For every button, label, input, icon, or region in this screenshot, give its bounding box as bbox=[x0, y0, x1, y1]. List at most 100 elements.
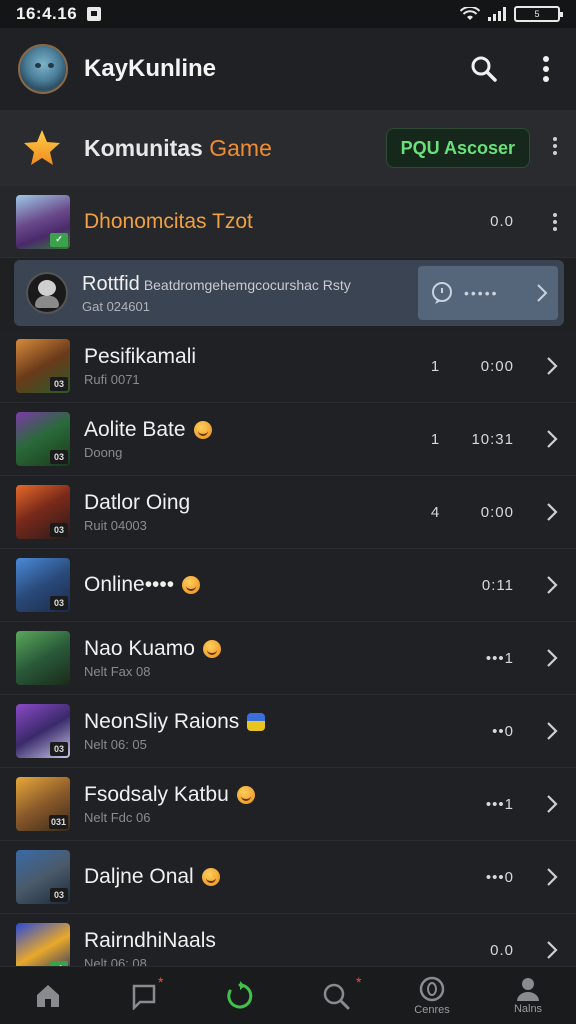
list-item-open-button[interactable] bbox=[528, 940, 558, 960]
game-thumbnail: 03 bbox=[16, 412, 70, 466]
list-item-time: ••0 bbox=[492, 722, 514, 740]
list-item-time: •••1 bbox=[485, 795, 514, 813]
highlighted-action-label: ••••• bbox=[464, 285, 499, 301]
community-more-button[interactable] bbox=[552, 136, 558, 160]
list-item-featured[interactable]: ✓ Dhonomcitas Tzot 0.0 bbox=[0, 186, 576, 258]
thumbnail-badge: 03 bbox=[50, 596, 68, 610]
search-button[interactable] bbox=[470, 55, 498, 83]
more-vertical-icon bbox=[543, 56, 549, 82]
game-thumbnail: 03 bbox=[16, 339, 70, 393]
highlighted-item-action[interactable]: ••••• bbox=[418, 266, 558, 320]
game-thumbnail: ✓ bbox=[16, 194, 70, 249]
community-title-accent: Game bbox=[209, 134, 272, 161]
notification-star-icon: * bbox=[158, 973, 164, 990]
list-item-open-button[interactable] bbox=[528, 648, 558, 668]
list-item[interactable]: 03 Aolite Bate Doong 1 10:31 bbox=[0, 403, 576, 476]
highlighted-item[interactable]: Rottfid Beatdromgehemgcocurshac Rsty Gat … bbox=[14, 260, 564, 326]
nav-search[interactable]: * bbox=[288, 967, 384, 1024]
list-item[interactable]: Nao Kuamo Nelt Fax 08 •••1 bbox=[0, 622, 576, 695]
chevron-right-icon bbox=[547, 722, 558, 740]
list-item-open-button[interactable] bbox=[528, 794, 558, 814]
status-bar: 16:4.16 5 bbox=[0, 0, 576, 28]
list-item-name: Online•••• bbox=[84, 573, 175, 596]
overflow-menu-button[interactable] bbox=[532, 55, 560, 83]
community-header: Komunitas Game PQU Ascoser bbox=[0, 110, 576, 186]
star-icon bbox=[24, 130, 60, 165]
list-item-name: NeonSliy Raions bbox=[84, 710, 240, 733]
community-pill-button[interactable]: PQU Ascoser bbox=[385, 128, 530, 168]
battery-icon: 5 bbox=[514, 6, 563, 22]
list-item[interactable]: 03 Pesifikamali Rufi 0071 1 0:00 bbox=[0, 330, 576, 403]
list-item[interactable]: 03 Online•••• 0:11 bbox=[0, 549, 576, 622]
chevron-right-icon bbox=[547, 430, 558, 448]
smiley-icon bbox=[202, 640, 221, 658]
app-title: KayKunline bbox=[84, 55, 217, 82]
list-item-subtitle: Doong bbox=[84, 445, 123, 460]
thumbnail-badge: ✓ bbox=[50, 232, 68, 247]
list-item-name: Dhonomcitas Tzot bbox=[84, 209, 253, 233]
chevron-right-icon bbox=[547, 503, 558, 521]
list-item-open-button[interactable] bbox=[528, 575, 558, 595]
list-item-name: Fsodsaly Katbu bbox=[84, 783, 229, 806]
chevron-right-icon bbox=[547, 941, 558, 959]
app-bar: KayKunline bbox=[0, 28, 576, 110]
nav-games[interactable]: Cenres bbox=[384, 967, 480, 1024]
list-item-text: Nao Kuamo Nelt Fax 08 bbox=[84, 637, 420, 679]
status-indicators: 5 bbox=[460, 6, 563, 22]
list-item-open-button[interactable] bbox=[528, 502, 558, 522]
list-item[interactable]: 03 Daljne Onal •••0 bbox=[0, 841, 576, 914]
list-item-text: Daljne Onal bbox=[84, 865, 420, 889]
person-icon bbox=[517, 977, 539, 1001]
list-item-name-wrap: Fsodsaly Katbu bbox=[84, 783, 420, 807]
game-thumbnail: 031 bbox=[16, 777, 70, 831]
list-item-time: 0.0 bbox=[490, 941, 514, 959]
list-item-name-wrap: Pesifikamali bbox=[84, 345, 420, 369]
list-item[interactable]: 03 Datlor Oing Ruit 04003 4 0:00 bbox=[0, 476, 576, 549]
bottom-nav: * * Cenres Nalns bbox=[0, 966, 576, 1024]
list-item-open-button[interactable] bbox=[528, 867, 558, 887]
list-item-more-button[interactable] bbox=[528, 212, 558, 231]
list-item-open-button[interactable] bbox=[528, 721, 558, 741]
list-item-subtitle: Ruit 04003 bbox=[84, 518, 147, 533]
highlighted-item-text: Rottfid Beatdromgehemgcocurshac Rsty Gat … bbox=[82, 273, 418, 314]
user-avatar[interactable] bbox=[18, 44, 68, 94]
avatar bbox=[26, 272, 68, 314]
search-icon bbox=[323, 983, 350, 1009]
list-item-time: 0.0 bbox=[490, 213, 514, 230]
nav-profile[interactable]: Nalns bbox=[480, 967, 576, 1024]
list-item-count: 4 bbox=[430, 503, 440, 521]
list-item-count: 1 bbox=[430, 430, 440, 448]
nav-profile-label: Nalns bbox=[513, 1002, 543, 1015]
list-item-open-button[interactable] bbox=[528, 356, 558, 376]
list-item-name-wrap: RairndhiNaals bbox=[84, 929, 420, 953]
nav-home[interactable] bbox=[0, 967, 96, 1024]
game-thumbnail: 03 bbox=[16, 485, 70, 539]
wifi-icon bbox=[460, 7, 480, 20]
thumbnail-badge: 03 bbox=[50, 450, 68, 464]
notification-star-icon: * bbox=[356, 973, 362, 990]
home-icon bbox=[37, 984, 59, 1007]
nav-refresh[interactable] bbox=[192, 967, 288, 1024]
list-item-text: Aolite Bate Doong bbox=[84, 418, 420, 460]
highlighted-item-subtitle: Gat 024601 bbox=[82, 298, 150, 314]
smiley-icon bbox=[193, 421, 212, 439]
signal-icon bbox=[488, 7, 506, 21]
list-item[interactable]: 03 NeonSliy Raions Nelt 06: 05 ••0 bbox=[0, 695, 576, 768]
list-item-open-button[interactable] bbox=[528, 429, 558, 449]
thumbnail-badge: 031 bbox=[48, 815, 68, 829]
notification-icon bbox=[87, 7, 102, 21]
app-actions bbox=[470, 55, 560, 83]
list-item[interactable]: 031 Fsodsaly Katbu Nelt Fdc 06 •••1 bbox=[0, 768, 576, 841]
game-thumbnail bbox=[16, 631, 70, 685]
nav-messages[interactable]: * bbox=[96, 967, 192, 1024]
chevron-right-icon bbox=[547, 357, 558, 375]
list-item-name: Daljne Onal bbox=[84, 865, 194, 888]
list-item-name: RairndhiNaals bbox=[84, 929, 216, 952]
highlighted-item-title: Rottfid Beatdromgehemgcocurshac Rsty bbox=[82, 273, 418, 296]
list-item-name-wrap: Aolite Bate bbox=[84, 418, 420, 442]
list-item-time: •••1 bbox=[485, 649, 514, 667]
thumbnail-badge: 03 bbox=[50, 523, 68, 537]
community-title-main: Komunitas bbox=[84, 134, 203, 161]
thumbnail-badge: 03 bbox=[50, 888, 68, 902]
message-icon bbox=[132, 984, 156, 1010]
